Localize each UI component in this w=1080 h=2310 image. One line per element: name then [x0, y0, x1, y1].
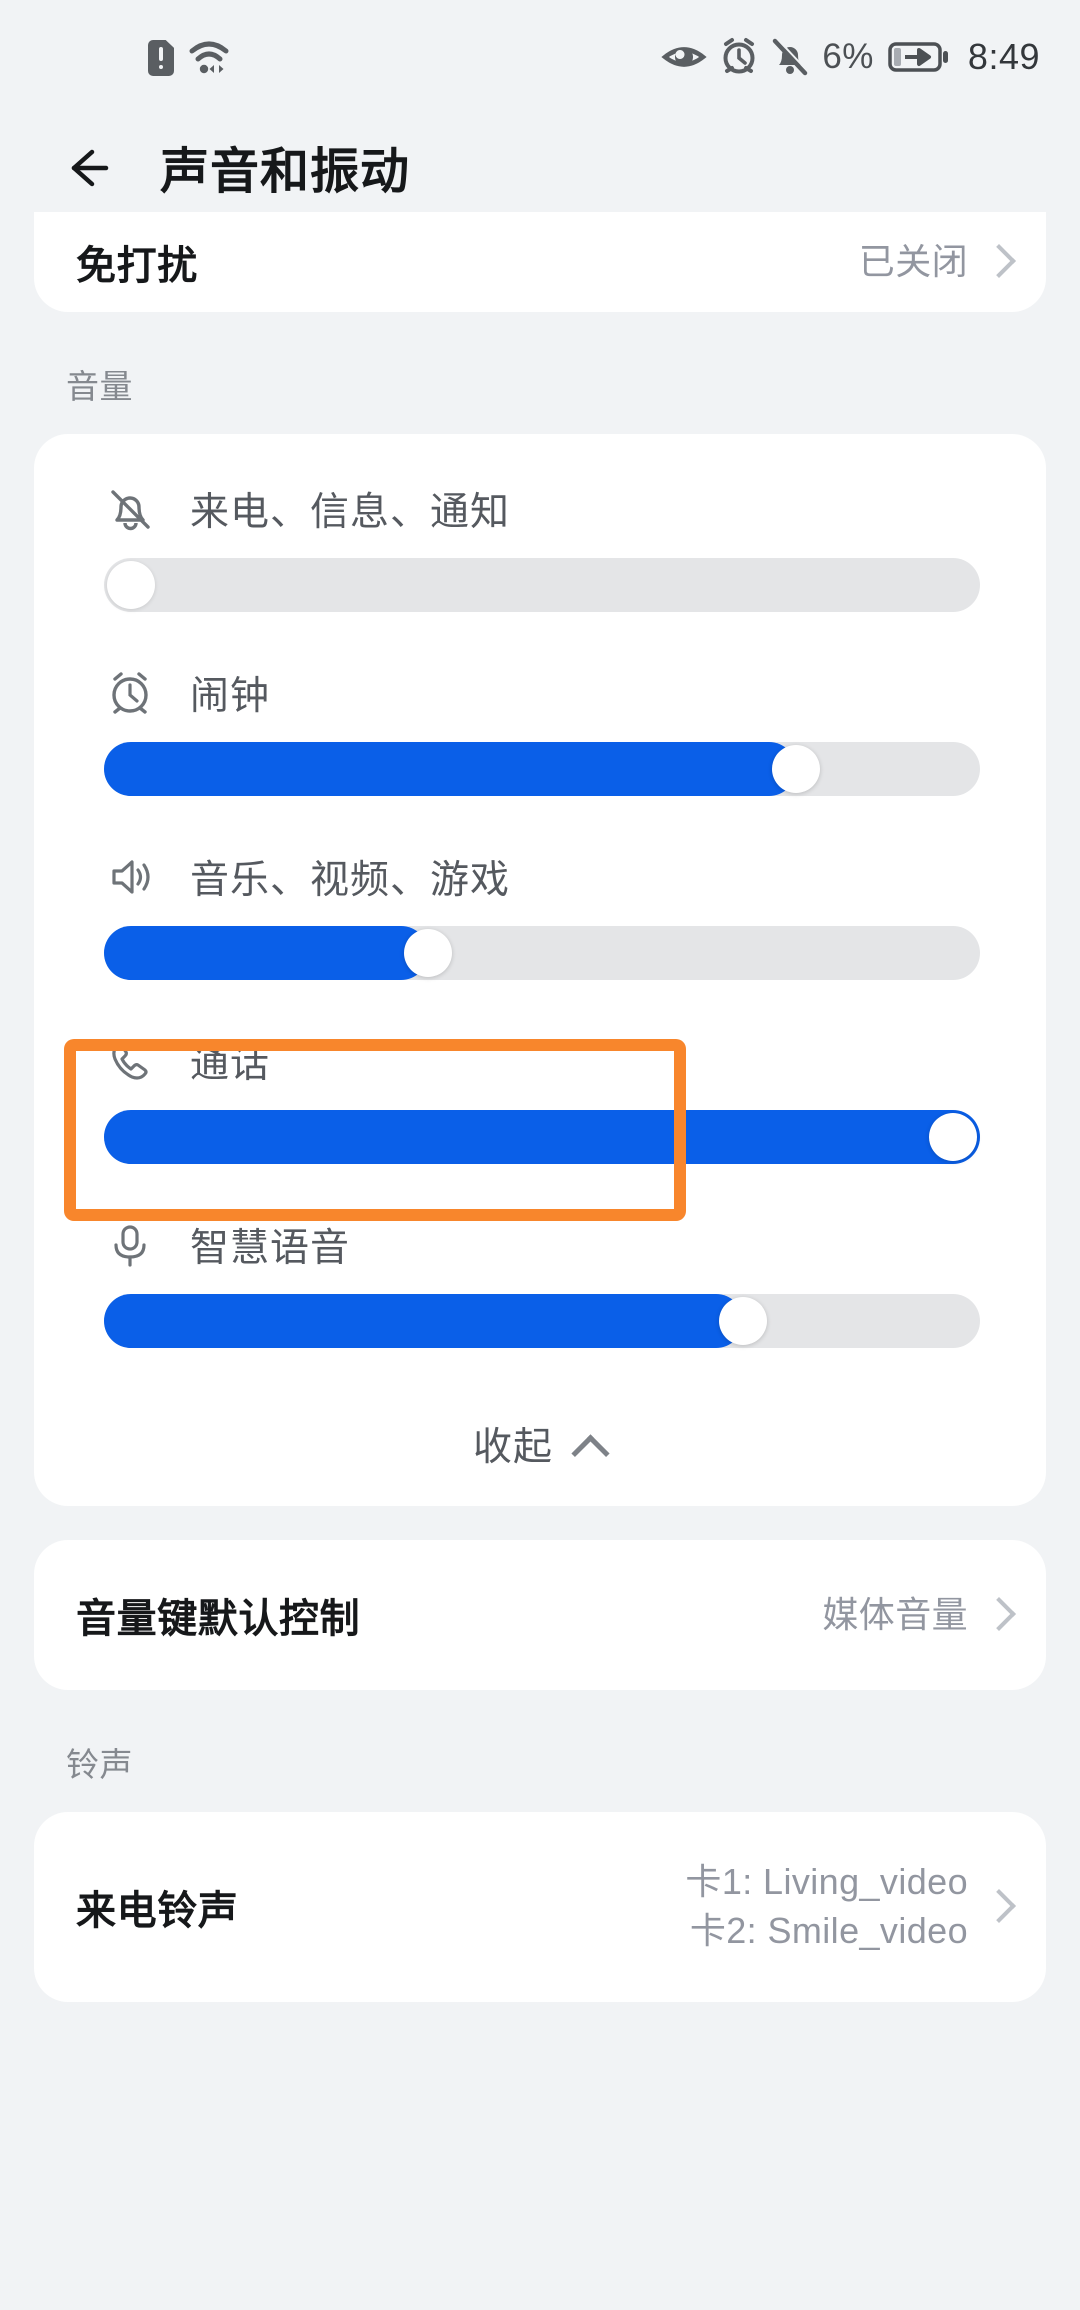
microphone-icon — [104, 1219, 156, 1271]
collapse-label: 收起 — [472, 1426, 553, 1469]
volume-slider-media-fill — [104, 926, 429, 980]
volume-slider-alarm-thumb[interactable] — [772, 745, 821, 793]
status-bar-left — [148, 38, 230, 76]
page-title: 声音和振动 — [160, 145, 411, 199]
chevron-right-icon — [986, 1599, 1004, 1631]
mute-bell-icon — [773, 38, 809, 76]
volume-key-value: 媒体音量 — [822, 1593, 968, 1635]
volume-slider-alarm[interactable] — [104, 742, 980, 796]
volume-slider-voice-fill — [104, 1294, 744, 1348]
status-bar: 6% 8:49 — [0, 0, 1080, 105]
volume-item-media-head: 音乐、视频、游戏 — [34, 830, 1046, 916]
volume-slider-alarm-fill — [104, 742, 797, 796]
media-volume-icon — [104, 851, 156, 903]
volume-item-ring-head: 来电、信息、通知 — [34, 462, 1046, 548]
dnd-card[interactable]: 免打扰 已关闭 — [34, 212, 1046, 312]
phone-screen: 6% 8:49 声音和振动 免打扰 已关闭 音量 来电、信息、通知 闹钟 音乐、… — [0, 0, 1080, 2310]
collapse-button[interactable]: 收起 — [34, 1382, 1046, 1506]
eye-comfort-icon — [661, 47, 707, 67]
chevron-right-icon — [986, 246, 1004, 278]
volume-slider-media[interactable] — [104, 926, 980, 980]
page-content: 声音和振动 免打扰 已关闭 音量 来电、信息、通知 闹钟 音乐、视频、游戏 通话… — [0, 105, 1080, 2002]
volume-section-header: 音量 — [66, 368, 133, 405]
incoming-ringtone-label: 来电铃声 — [76, 1889, 239, 1933]
ringtone-card[interactable]: 来电铃声 卡1: Living_video 卡2: Smile_video — [34, 1812, 1046, 2002]
volume-key-card[interactable]: 音量键默认控制 媒体音量 — [34, 1540, 1046, 1690]
volume-slider-ring-thumb[interactable] — [107, 561, 155, 609]
battery-charging-icon — [888, 42, 948, 72]
incoming-ringtone-value: 卡1: Living_video 卡2: Smile_video — [685, 1858, 968, 1955]
volume-item-alarm-head: 闹钟 — [34, 646, 1046, 732]
alarm-icon — [723, 38, 755, 74]
status-bar-right: 6% 8:49 — [661, 36, 1040, 78]
ringtone-sim1-value: 卡1: Living_video — [685, 1861, 968, 1903]
incoming-ringtone-right: 卡1: Living_video 卡2: Smile_video — [685, 1858, 1004, 1955]
dnd-value: 已关闭 — [858, 240, 968, 282]
volume-slider-call[interactable] — [104, 1110, 980, 1164]
volume-item-voice: 智慧语音 — [34, 1198, 1046, 1348]
volume-key-right: 媒体音量 — [822, 1591, 1004, 1640]
volume-card: 来电、信息、通知 闹钟 音乐、视频、游戏 通话 智慧语音 收起 — [34, 434, 1046, 1506]
volume-slider-call-fill — [104, 1110, 980, 1164]
volume-item-ring-label: 来电、信息、通知 — [190, 491, 511, 534]
ringtone-section-header: 铃声 — [66, 1746, 133, 1783]
back-arrow-icon[interactable] — [62, 142, 114, 194]
phone-icon — [104, 1035, 156, 1087]
ringtone-sim2-value: 卡2: Smile_video — [689, 1910, 968, 1951]
volume-item-alarm: 闹钟 — [34, 646, 1046, 796]
volume-slider-voice-thumb[interactable] — [719, 1297, 768, 1345]
alarm-clock-icon — [104, 667, 156, 719]
volume-item-media: 音乐、视频、游戏 — [34, 830, 1046, 980]
chevron-up-icon — [573, 1434, 607, 1454]
volume-item-call-head: 通话 — [34, 1014, 1046, 1100]
volume-item-ring: 来电、信息、通知 — [34, 462, 1046, 612]
battery-percent-label: 6% — [822, 37, 874, 76]
volume-item-call: 通话 — [34, 1014, 1046, 1164]
wifi-icon — [189, 41, 229, 74]
volume-item-alarm-label: 闹钟 — [190, 675, 271, 718]
bell-off-icon — [104, 483, 156, 535]
status-bar-clock: 8:49 — [967, 36, 1040, 77]
volume-slider-call-thumb[interactable] — [929, 1113, 977, 1161]
volume-item-voice-head: 智慧语音 — [34, 1198, 1046, 1284]
volume-item-media-label: 音乐、视频、游戏 — [190, 859, 511, 902]
volume-item-voice-label: 智慧语音 — [190, 1227, 351, 1270]
dnd-label: 免打扰 — [76, 244, 198, 288]
volume-slider-ring[interactable] — [104, 558, 980, 612]
volume-key-label: 音量键默认控制 — [76, 1597, 361, 1641]
sim-card-alert-icon — [148, 40, 174, 76]
volume-item-call-label: 通话 — [190, 1043, 271, 1086]
dnd-right: 已关闭 — [859, 238, 1004, 287]
volume-slider-voice[interactable] — [104, 1294, 980, 1348]
volume-slider-media-thumb[interactable] — [404, 929, 453, 977]
chevron-right-icon — [986, 1891, 1004, 1923]
